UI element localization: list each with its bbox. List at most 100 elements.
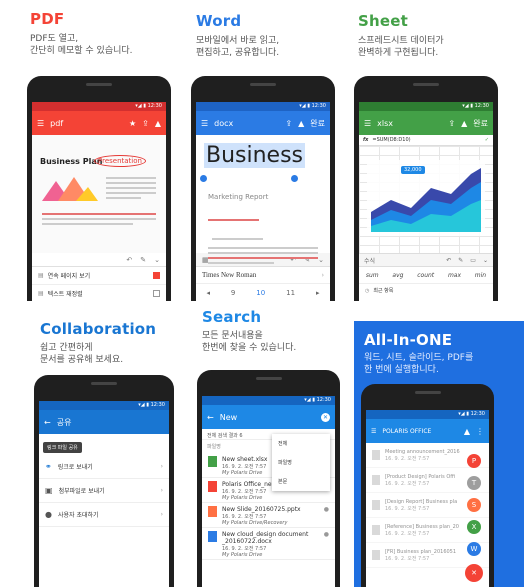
result-name: New Slide_20160725.pptx xyxy=(222,506,301,513)
chevron-down-icon[interactable]: ⌄ xyxy=(318,256,324,264)
result-row[interactable]: New Slide_20160725.pptx 16. 9. 2. 오전 7:5… xyxy=(202,503,335,528)
share-chip: 링크 파일 공유 xyxy=(43,442,82,453)
func-avg[interactable]: avg xyxy=(392,272,403,279)
chevron-down-icon[interactable]: ⌄ xyxy=(154,256,160,264)
formula-label[interactable]: 수식 xyxy=(364,256,439,265)
allinone-desc: 워드, 시트, 슬라이드, PDF를 한 번에 실행합니다. xyxy=(364,353,474,375)
pen-icon[interactable]: ✎ xyxy=(458,257,463,264)
menu-icon[interactable]: ☰ xyxy=(371,428,376,435)
selection-handle-right[interactable] xyxy=(291,175,298,182)
font-selector[interactable]: Times New Roman › xyxy=(196,267,330,284)
sheet-grid[interactable]: 32,000 xyxy=(359,146,493,253)
invite-user-item[interactable]: ● 사용자 초대하기 › xyxy=(39,503,169,527)
done-button[interactable]: 완료 xyxy=(310,118,325,129)
pdf-desc: PDF도 열고, 간단히 메모할 수 있습니다. xyxy=(30,34,133,56)
share-attachment-item[interactable]: ▣ 첨부파일로 보내기 › xyxy=(39,479,169,503)
info-icon[interactable]: ● xyxy=(324,506,329,513)
scope-dropdown[interactable]: 전체 파일명 본문 xyxy=(272,434,330,491)
info-icon[interactable]: ● xyxy=(324,531,329,538)
menu-icon[interactable]: ☰ xyxy=(37,119,44,128)
selection-handle-left[interactable] xyxy=(200,175,207,182)
bell-icon[interactable]: ▲ xyxy=(464,427,470,436)
share-icon[interactable]: ⇪ xyxy=(285,119,292,128)
copy-icon[interactable]: ▭ xyxy=(470,257,476,264)
func-sum[interactable]: sum xyxy=(366,272,379,279)
doc-text-lines xyxy=(208,209,318,267)
bell-icon[interactable]: ▲ xyxy=(298,119,304,128)
file-icon xyxy=(372,450,380,460)
star-icon[interactable]: ★ xyxy=(129,119,136,128)
bell-icon[interactable]: ▲ xyxy=(461,119,467,128)
share-item-label: 첨부파일로 보내기 xyxy=(58,488,105,495)
checkbox-checked[interactable] xyxy=(153,272,160,279)
new-pdf-fab[interactable]: P xyxy=(467,454,481,468)
pdf-app-title: pdf xyxy=(50,118,64,128)
share-icon[interactable]: ⇪ xyxy=(448,119,455,128)
back-arrow-icon[interactable]: ← xyxy=(207,413,214,422)
back-arrow-icon[interactable]: ← xyxy=(44,418,51,427)
share-icon[interactable]: ⇪ xyxy=(142,119,149,128)
formula-bar[interactable]: fx =SUM(D8:D10) ✓ xyxy=(359,135,493,146)
menu-item-continuous[interactable]: ▤ 연속 페이지 보기 xyxy=(32,267,166,285)
sheet-toolbar: 수식 ↶ ✎ ▭ ⌄ xyxy=(359,253,493,267)
allinone-appbar: ☰ POLARIS OFFICE ▲ ⋮ xyxy=(366,419,489,443)
func-count[interactable]: count xyxy=(417,272,434,279)
next-size-icon[interactable]: ▸ xyxy=(316,289,320,297)
done-button[interactable]: 완료 xyxy=(473,118,488,129)
pdf-phone: ▾◢ ▮ 12:30 ☰ pdf ★ ⇪ ▲ Business Plan Pre… xyxy=(27,76,171,301)
dropdown-option-all[interactable]: 전체 xyxy=(272,434,330,453)
menu-item-reflow[interactable]: ▤ 텍스트 재정렬 xyxy=(32,285,166,301)
recent-row[interactable]: ◷ 최근 항목 xyxy=(359,283,493,297)
result-row[interactable]: New cloud_design document _20160722.docx… xyxy=(202,528,335,560)
chevron-down-icon[interactable]: ⌄ xyxy=(483,257,488,264)
collab-screen: ▾◢ ▮ 12:30 ← 공유 링크 파일 공유 ⚭ 링크로 보내기 › ▣ 첨… xyxy=(39,401,169,587)
search-desc: 모든 문서내용을 한번에 찾을 수 있습니다. xyxy=(202,331,297,353)
share-item-label: 링크로 보내기 xyxy=(57,464,93,471)
chevron-right-icon: › xyxy=(160,487,163,494)
new-sheet-fab[interactable]: X xyxy=(467,520,481,534)
menu-icon[interactable]: ☰ xyxy=(364,119,371,128)
chevron-right-icon: › xyxy=(160,463,163,470)
status-bar: ▾◢ ▮ 12:30 xyxy=(359,102,493,111)
dropdown-option-body[interactable]: 본문 xyxy=(272,472,330,491)
sheet-phone: ▾◢ ▮ 12:30 ☰ xlsx ⇪ ▲ 완료 fx =SUM(D8:D10)… xyxy=(354,76,498,301)
clear-icon[interactable]: ✕ xyxy=(321,412,330,422)
speaker xyxy=(255,377,282,380)
result-count[interactable]: 전체 검색 결과 6 xyxy=(207,433,243,439)
search-screen: ▾◢ ▮ 12:30 ← New ✕ 전체 검색 결과 6 파일명 전체 파일명… xyxy=(202,396,335,587)
size-option-selected[interactable]: 10 xyxy=(256,289,265,297)
prev-size-icon[interactable]: ◂ xyxy=(206,289,210,297)
undo-icon[interactable]: ↶ xyxy=(126,256,132,264)
func-max[interactable]: max xyxy=(448,272,461,279)
undo-icon[interactable]: ↶ xyxy=(446,257,451,264)
share-link-item[interactable]: ⚭ 링크로 보내기 › xyxy=(39,455,169,479)
dropdown-option-filename[interactable]: 파일명 xyxy=(272,453,330,472)
new-slide-fab[interactable]: S xyxy=(467,498,481,512)
word-phone: ▾◢ ▮ 12:30 ☰ docx ⇪ ▲ 완료 Business Market… xyxy=(191,76,335,301)
check-icon[interactable]: ✓ xyxy=(485,137,489,143)
speaker xyxy=(86,83,112,86)
size-option[interactable]: 9 xyxy=(231,289,235,297)
close-fab[interactable]: ✕ xyxy=(465,564,483,582)
file-date: 16. 9. 2. 오전 7:57 xyxy=(385,455,430,462)
doc-heading: Business Plan xyxy=(40,157,103,166)
bell-icon[interactable]: ▲ xyxy=(155,119,161,128)
attachment-icon: ▣ xyxy=(45,486,53,495)
link-icon: ⚭ xyxy=(45,462,52,471)
collab-title: Collaboration xyxy=(40,320,157,338)
size-option[interactable]: 11 xyxy=(286,289,295,297)
area-chart xyxy=(367,160,485,236)
file-icon xyxy=(372,550,380,560)
sheet-appbar: ☰ xlsx ⇪ ▲ 완료 xyxy=(359,111,493,135)
new-word-fab[interactable]: W xyxy=(467,542,481,556)
checkbox[interactable] xyxy=(153,290,160,297)
doc-subheading: Marketing Report xyxy=(208,193,269,201)
pen-icon[interactable]: ✎ xyxy=(140,256,146,264)
font-size-picker[interactable]: ◂ 9 10 11 ▸ xyxy=(196,284,330,301)
more-icon[interactable]: ⋮ xyxy=(476,427,484,436)
new-text-fab[interactable]: T xyxy=(467,476,481,490)
menu-icon[interactable]: ☰ xyxy=(201,119,208,128)
word-desc: 모바일에서 바로 읽고, 편집하고, 공유합니다. xyxy=(196,36,280,58)
search-query[interactable]: New xyxy=(220,413,321,422)
func-min[interactable]: min xyxy=(475,272,486,279)
